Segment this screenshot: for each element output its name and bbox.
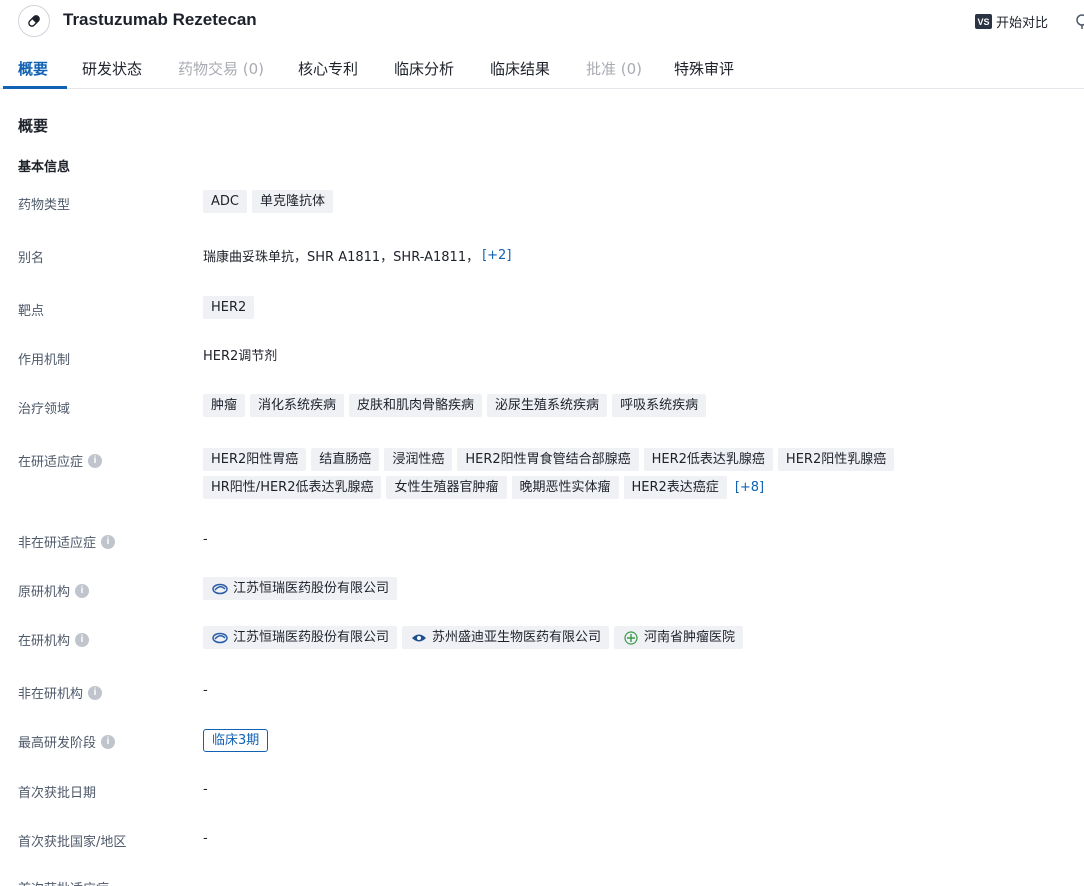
indication-more-link[interactable]: [+8] xyxy=(732,476,764,499)
tag: 呼吸系统疾病 xyxy=(612,394,707,417)
tag[interactable]: HER2阳性乳腺癌 xyxy=(777,448,895,471)
tag: 皮肤和肌肉骨骼疾病 xyxy=(349,394,483,417)
field-label-inactive-org: 非在研机构 i xyxy=(18,683,103,702)
highest-phase-value: 临床3期 xyxy=(203,729,269,752)
tab-clinical-results[interactable]: 临床结果 xyxy=(490,58,550,79)
field-label-active-indication: 在研适应症 i xyxy=(18,451,103,470)
target-value: HER2 xyxy=(203,296,963,319)
info-icon[interactable]: i xyxy=(75,583,90,598)
tag: 肿瘤 xyxy=(203,394,246,417)
shengdiya-logo-icon xyxy=(412,634,427,641)
info-icon[interactable]: i xyxy=(101,534,116,549)
tag[interactable]: HER2 xyxy=(203,296,255,319)
drug-type-value: ADC 单克隆抗体 xyxy=(203,190,963,213)
alias-more-link[interactable]: [+2] xyxy=(479,244,511,267)
inactive-indication-value: - xyxy=(203,532,208,547)
compare-button[interactable]: VS 开始对比 xyxy=(975,12,1048,31)
hengrui-logo-icon xyxy=(212,583,228,594)
first-approval-date-value: - xyxy=(203,782,208,797)
drug-name: Trastuzumab Rezetecan xyxy=(63,10,257,29)
tag[interactable]: HER2表达癌症 xyxy=(623,476,727,499)
tab-special-review[interactable]: 特殊审评 xyxy=(674,58,734,79)
tab-core-patents[interactable]: 核心专利 xyxy=(298,58,358,79)
hengrui-logo-icon xyxy=(212,632,228,643)
first-approval-country-value: - xyxy=(203,831,208,846)
org-tag[interactable]: 苏州盛迪亚生物医药有限公司 xyxy=(402,626,610,649)
org-tag[interactable]: 河南省肿瘤医院 xyxy=(614,626,744,649)
alias-value: 瑞康曲妥珠单抗，SHR A1811，SHR-A1811， [+2] xyxy=(203,244,511,267)
active-org-value: 江苏恒瑞医药股份有限公司 苏州盛迪亚生物医药有限公司 河南省肿瘤医院 xyxy=(203,626,744,649)
tab-bar: 概要 研发状态 药物交易 (0) 核心专利 临床分析 临床结果 批准 (0) 特… xyxy=(0,50,1084,89)
tag: 消化系统疾病 xyxy=(250,394,345,417)
tab-approval[interactable]: 批准 (0) xyxy=(586,58,642,79)
tag: ADC xyxy=(203,190,247,213)
field-label-first-approval-date: 首次获批日期 xyxy=(18,786,97,801)
tag[interactable]: HER2阳性胃食管结合部腺癌 xyxy=(457,448,639,471)
field-label-inactive-indication: 非在研适应症 i xyxy=(18,532,116,551)
tag[interactable]: 女性生殖器官肿瘤 xyxy=(386,476,507,499)
org-tag[interactable]: 江苏恒瑞医药股份有限公司 xyxy=(203,577,398,600)
field-label-highest-phase: 最高研发阶段 i xyxy=(18,732,116,751)
field-label-target: 靶点 xyxy=(18,304,45,319)
tag[interactable]: 结直肠癌 xyxy=(311,448,380,471)
active-indication-value: HER2阳性胃癌 结直肠癌 浸润性癌 HER2阳性胃食管结合部腺癌 HER2低表… xyxy=(203,448,943,499)
field-label-first-approval-indication: 首次获批适应症 xyxy=(18,878,109,886)
field-label-alias: 别名 xyxy=(18,251,45,266)
hospital-logo-icon xyxy=(624,630,638,645)
tab-drug-deals[interactable]: 药物交易 (0) xyxy=(178,58,264,79)
tag[interactable]: HER2阳性胃癌 xyxy=(203,448,307,471)
tag: 单克隆抗体 xyxy=(251,190,333,213)
field-label-mechanism: 作用机制 xyxy=(18,353,71,368)
compare-icon: VS xyxy=(975,14,992,29)
tab-rd-status[interactable]: 研发状态 xyxy=(82,58,142,79)
tag[interactable]: 晚期恶性实体瘤 xyxy=(511,476,619,499)
alias-text: 瑞康曲妥珠单抗，SHR A1811，SHR-A1811， xyxy=(203,250,480,265)
phase-badge: 临床3期 xyxy=(203,729,269,752)
tag[interactable]: 浸润性癌 xyxy=(384,448,453,471)
compare-label: 开始对比 xyxy=(996,16,1049,31)
drug-header: Trastuzumab Rezetecan VS 开始对比 xyxy=(0,0,1084,42)
mechanism-value: HER2调节剂 xyxy=(203,349,278,364)
info-icon[interactable]: i xyxy=(101,734,116,749)
org-tag[interactable]: 江苏恒瑞医药股份有限公司 xyxy=(203,626,398,649)
field-label-active-org: 在研机构 i xyxy=(18,630,90,649)
pill-icon xyxy=(18,5,50,37)
tag: 泌尿生殖系统疾病 xyxy=(487,394,608,417)
info-icon[interactable]: i xyxy=(88,685,103,700)
basic-info-title: 基本信息 xyxy=(18,160,71,175)
tag[interactable]: HER2低表达乳腺癌 xyxy=(643,448,773,471)
therapeutic-area-value: 肿瘤 消化系统疾病 皮肤和肌肉骨骼疾病 泌尿生殖系统疾病 呼吸系统疾病 xyxy=(203,394,963,417)
info-icon[interactable]: i xyxy=(75,632,90,647)
field-label-therapeutic-area: 治疗领域 xyxy=(18,402,71,417)
tab-clinical-analysis[interactable]: 临床分析 xyxy=(394,58,454,79)
inactive-org-value: - xyxy=(203,683,208,698)
tag[interactable]: HR阳性/HER2低表达乳腺癌 xyxy=(203,476,382,499)
active-tab-indicator xyxy=(3,86,67,89)
tab-overview[interactable]: 概要 xyxy=(18,58,48,79)
section-title: 概要 xyxy=(18,117,49,135)
field-label-drug-type: 药物类型 xyxy=(18,198,71,213)
settings-icon[interactable] xyxy=(1073,12,1084,30)
field-label-originator: 原研机构 i xyxy=(18,581,90,600)
field-label-first-approval-country: 首次获批国家/地区 xyxy=(18,835,127,850)
originator-value: 江苏恒瑞医药股份有限公司 xyxy=(203,577,398,600)
info-icon[interactable]: i xyxy=(88,453,103,468)
